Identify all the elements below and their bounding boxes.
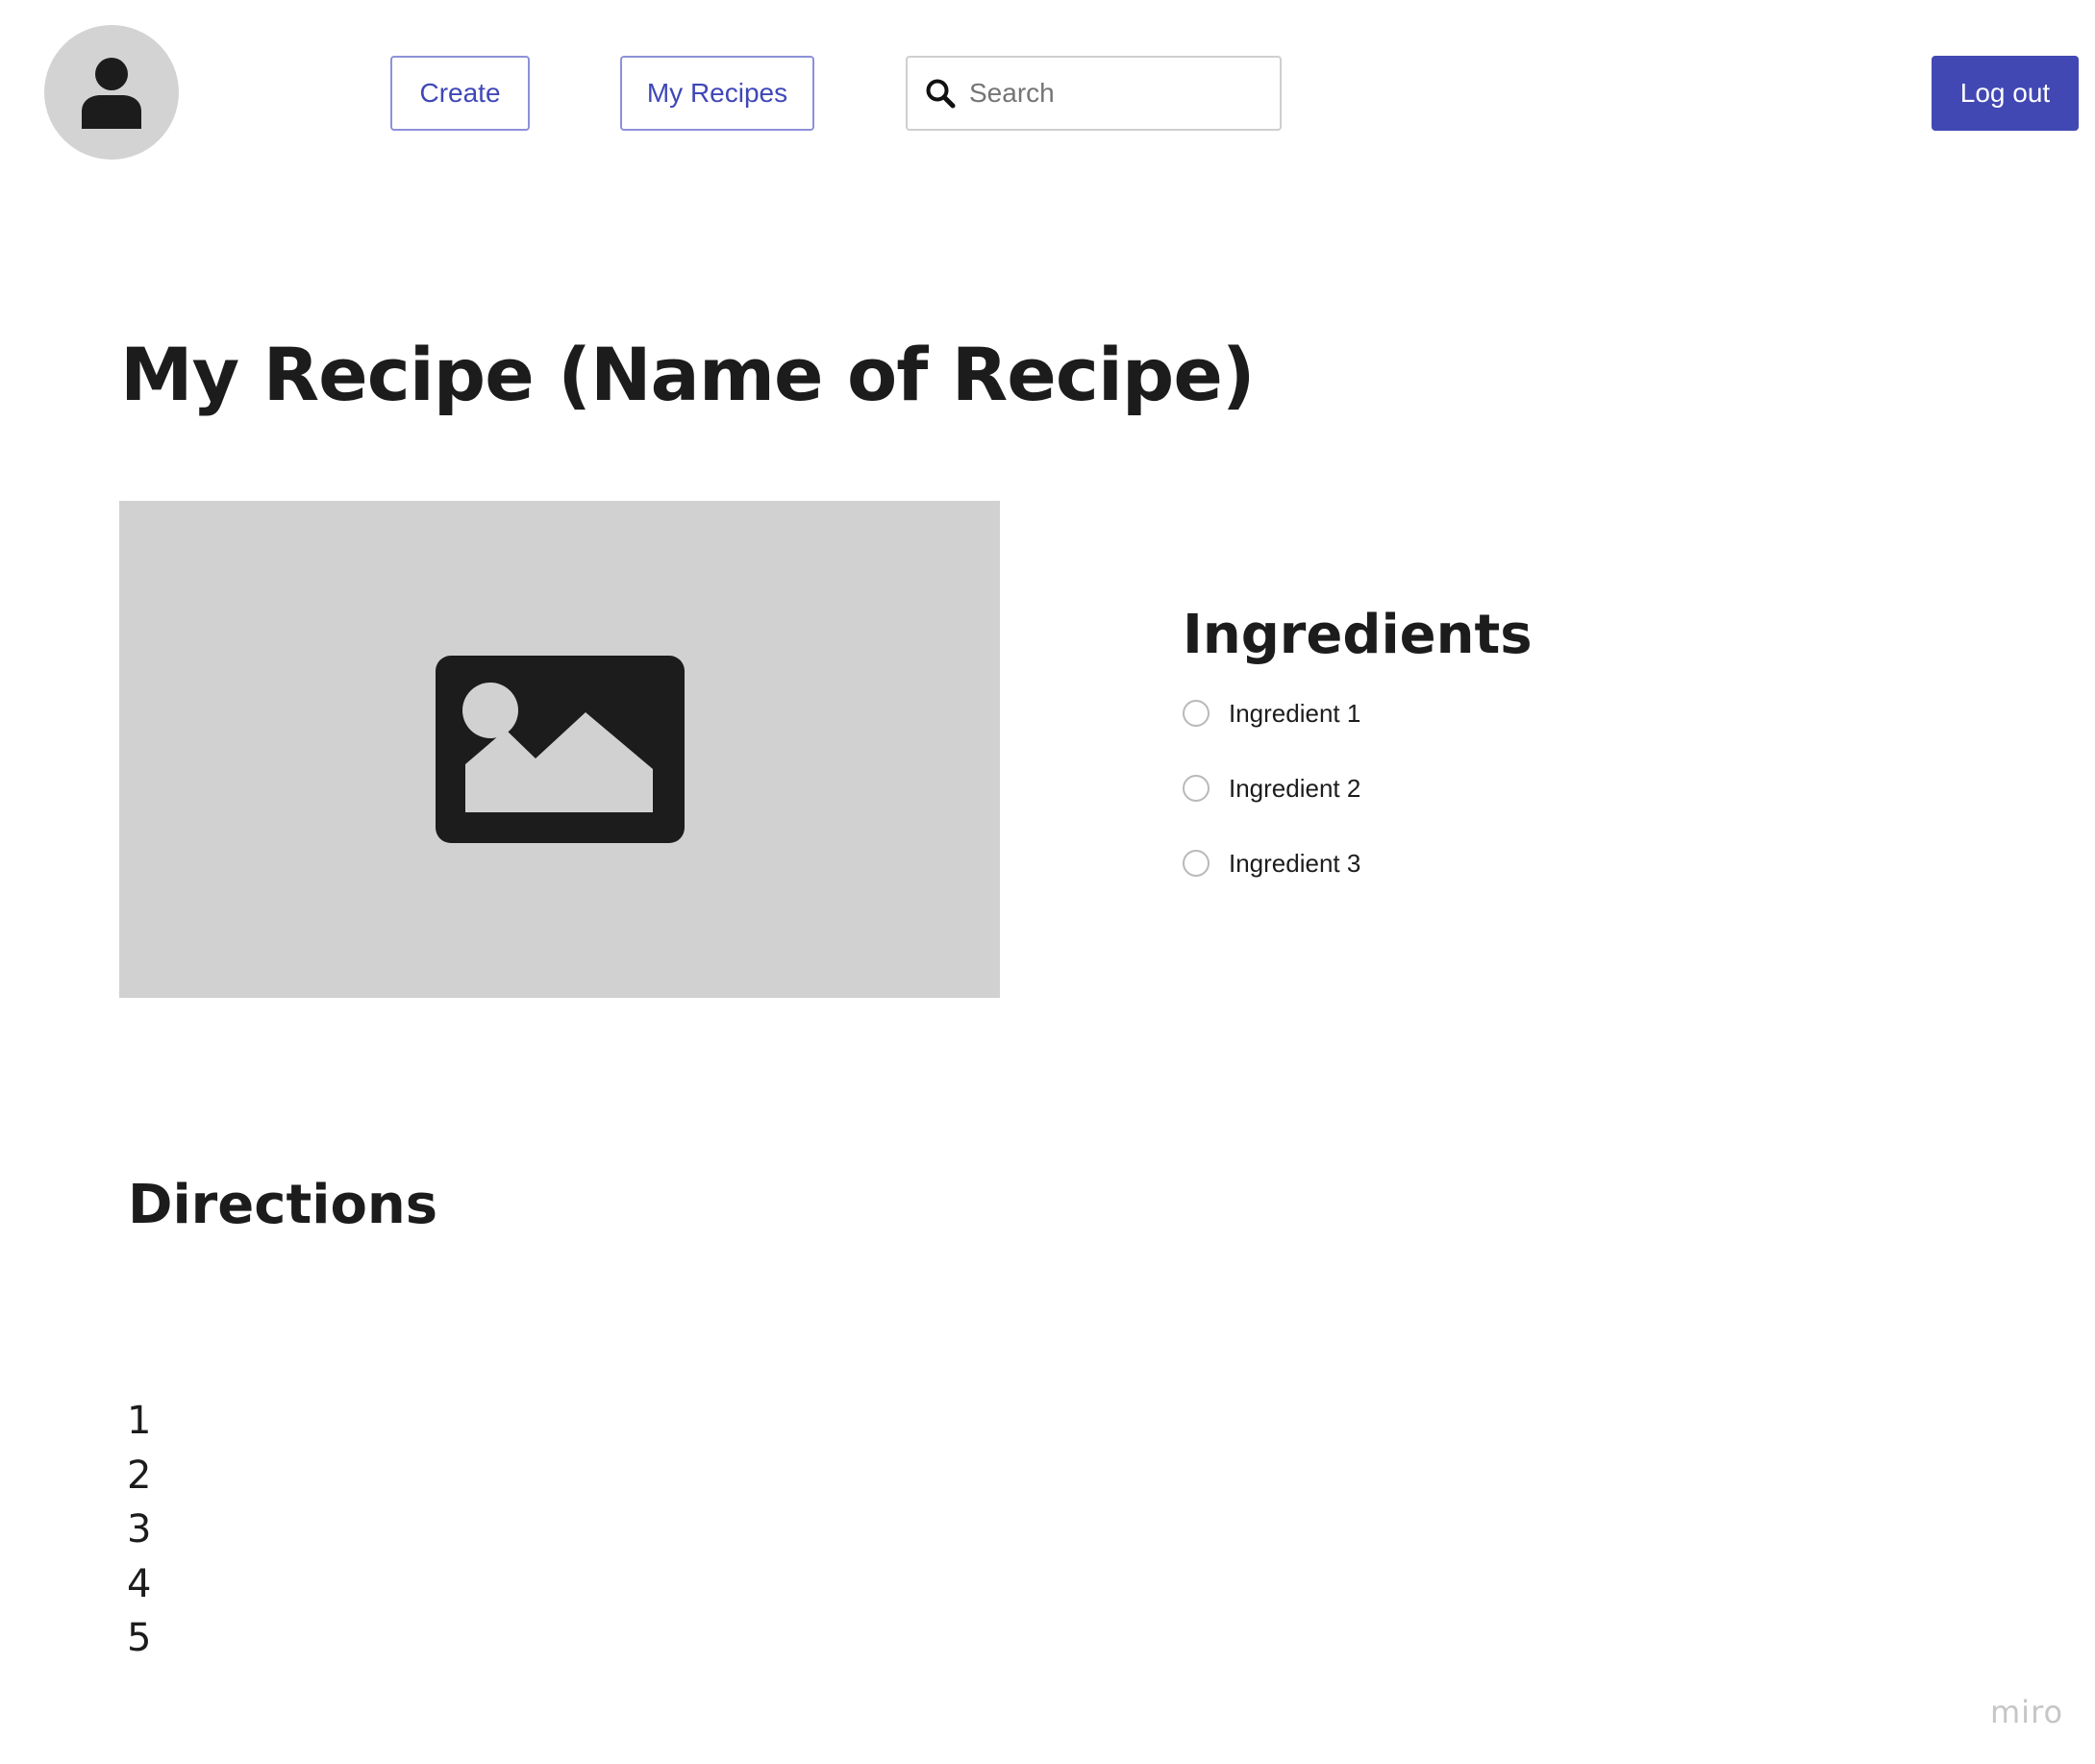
ingredient-label: Ingredient 2 bbox=[1229, 773, 1361, 803]
user-icon bbox=[82, 58, 141, 129]
ingredient-label: Ingredient 3 bbox=[1229, 848, 1361, 878]
image-icon bbox=[435, 656, 685, 843]
ingredient-item[interactable]: Ingredient 2 bbox=[1183, 772, 1360, 805]
recipe-image bbox=[119, 501, 1000, 998]
directions-heading: Directions bbox=[128, 1174, 438, 1236]
direction-step: 1 bbox=[127, 1399, 152, 1443]
miro-watermark: miro bbox=[1990, 1694, 2064, 1730]
ingredient-item[interactable]: Ingredient 1 bbox=[1183, 697, 1360, 730]
ingredient-radio[interactable] bbox=[1183, 850, 1210, 877]
ingredients-list: Ingredient 1 Ingredient 2 Ingredient 3 bbox=[1183, 697, 1360, 922]
ingredient-label: Ingredient 1 bbox=[1229, 698, 1361, 728]
create-button[interactable]: Create bbox=[390, 56, 530, 131]
recipe-page: Create My Recipes Log out My Recipe (Nam… bbox=[0, 0, 2095, 1764]
direction-step: 2 bbox=[127, 1453, 152, 1498]
direction-step: 5 bbox=[127, 1616, 152, 1660]
ingredient-radio[interactable] bbox=[1183, 700, 1210, 727]
direction-step: 3 bbox=[127, 1507, 152, 1552]
ingredient-item[interactable]: Ingredient 3 bbox=[1183, 847, 1360, 880]
directions-list: 1 2 3 4 5 bbox=[127, 1394, 151, 1666]
logout-button[interactable]: Log out bbox=[1932, 56, 2079, 131]
search-box[interactable] bbox=[906, 56, 1282, 131]
search-input[interactable] bbox=[969, 78, 1258, 109]
ingredients-heading: Ingredients bbox=[1183, 604, 1533, 666]
my-recipes-button[interactable]: My Recipes bbox=[620, 56, 814, 131]
page-title: My Recipe (Name of Recipe) bbox=[120, 332, 1256, 417]
ingredient-radio[interactable] bbox=[1183, 775, 1210, 802]
direction-step: 4 bbox=[127, 1561, 152, 1606]
search-icon bbox=[925, 78, 956, 109]
avatar[interactable] bbox=[44, 25, 179, 160]
